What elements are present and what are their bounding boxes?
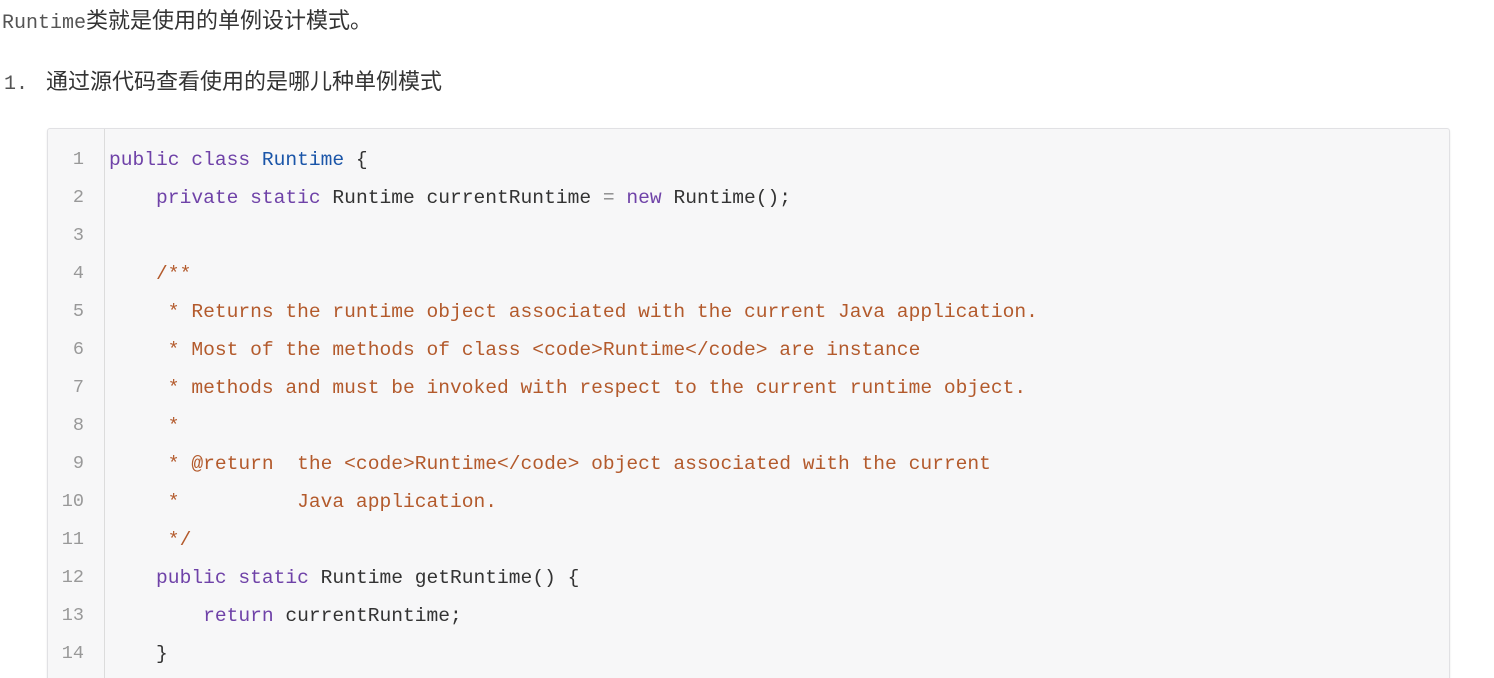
code-token: * [156, 415, 180, 437]
code-token: Runtime [261, 149, 345, 171]
intro-code-word: Runtime [2, 12, 87, 35]
list-item-text: 通过源代码查看使用的是哪儿种单例模式 [46, 70, 443, 95]
code-token: * methods and must be invoked with respe… [156, 377, 1027, 399]
code-token: currentRuntime; [285, 605, 462, 627]
code-token: new [614, 187, 674, 209]
code-token: * @return the <code>Runtime</code> objec… [156, 453, 991, 475]
code-token: public class [109, 149, 262, 171]
code-token: { [344, 149, 368, 171]
line-number: 4 [72, 263, 84, 284]
code-token: Runtime currentRuntime [332, 187, 603, 209]
code-token: /** [156, 263, 192, 285]
code-token: * Returns the runtime object associated … [156, 301, 1038, 323]
code-line: } [109, 635, 168, 673]
line-number: 6 [72, 339, 84, 360]
line-number: 12 [61, 567, 84, 588]
code-token: * Java application. [156, 491, 498, 513]
code-line: return currentRuntime; [109, 597, 462, 635]
code-token: Runtime(); [673, 187, 792, 209]
code-token: } [109, 643, 168, 665]
line-number: 10 [61, 491, 84, 512]
line-number: 5 [72, 301, 84, 322]
code-line: * [109, 407, 180, 445]
code-token: * Most of the methods of class <code>Run… [156, 339, 921, 361]
code-line: * @return the <code>Runtime</code> objec… [109, 445, 991, 483]
code-block: 1 public class Runtime {2 private static … [47, 128, 1450, 678]
line-number: 7 [72, 377, 84, 398]
list-item-number: 1. [4, 73, 29, 96]
code-token: private static [156, 187, 333, 209]
code-token: = [602, 187, 615, 209]
line-number: 11 [61, 529, 84, 550]
intro-paragraph: Runtime类就是使用的单例设计模式。 [2, 5, 372, 39]
code-token: Runtime getRuntime() { [320, 567, 580, 589]
code-token: return [203, 605, 286, 627]
line-number: 1 [72, 149, 84, 170]
line-number: 14 [61, 643, 84, 664]
list-item: 1. 通过源代码查看使用的是哪儿种单例模式 [4, 65, 442, 101]
intro-text: 类就是使用的单例设计模式。 [86, 9, 373, 34]
line-number: 9 [72, 453, 84, 474]
line-number: 2 [72, 187, 84, 208]
line-number: 3 [72, 225, 84, 246]
code-line: public class Runtime { [109, 141, 368, 179]
code-line: /** [109, 255, 191, 293]
code-line: * Returns the runtime object associated … [109, 293, 1038, 331]
code-line: * Most of the methods of class <code>Run… [109, 331, 921, 369]
code-line: */ [109, 521, 192, 559]
code-token: public static [156, 567, 321, 589]
code-line: private static Runtime currentRuntime = … [109, 179, 791, 217]
code-token: */ [156, 529, 192, 551]
line-number: 13 [61, 605, 84, 626]
line-number: 8 [72, 415, 84, 436]
code-line: * methods and must be invoked with respe… [109, 369, 1026, 407]
code-line: * Java application. [109, 483, 497, 521]
code-line: public static Runtime getRuntime() { [109, 559, 579, 597]
